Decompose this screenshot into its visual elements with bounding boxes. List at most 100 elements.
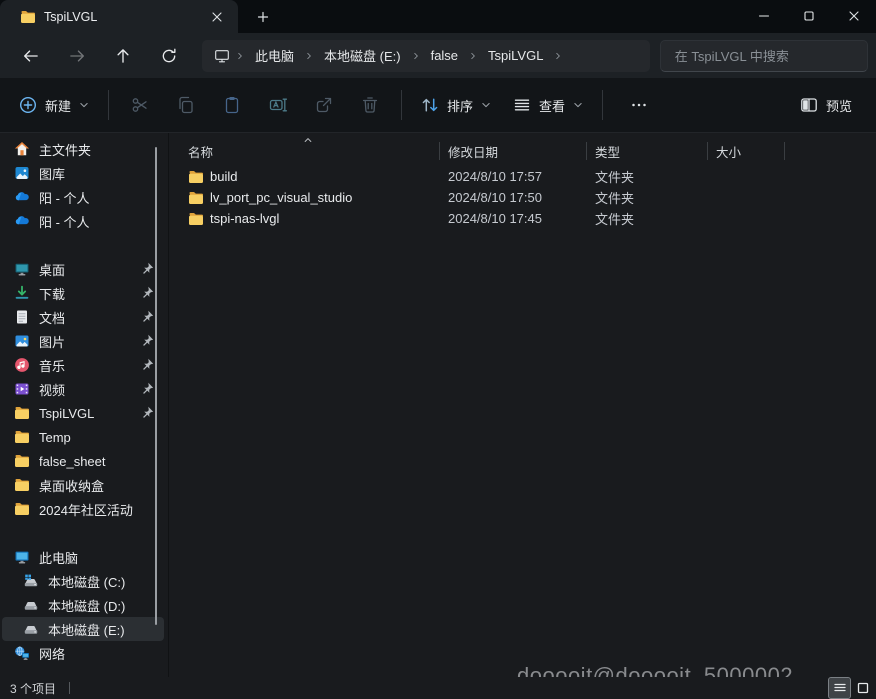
chevron-right-icon[interactable] xyxy=(553,51,563,61)
sidebar-item[interactable]: 阳 - 个人 xyxy=(2,185,164,209)
sidebar-item-label: TspiLVGL xyxy=(39,405,95,421)
view-lines-icon xyxy=(512,95,532,115)
sidebar-item-label: 2024年社区活动 xyxy=(39,502,133,518)
column-header-size[interactable]: 大小 xyxy=(708,139,785,163)
delete-button[interactable] xyxy=(348,87,392,123)
sidebar-item[interactable]: 本地磁盘 (C:) xyxy=(2,569,164,593)
file-row[interactable]: tspi-nas-lvgl 2024/8/10 17:45 文件夹 xyxy=(169,208,876,229)
chevron-right-icon[interactable] xyxy=(468,51,478,61)
new-tab-button[interactable] xyxy=(250,4,276,30)
cut-button[interactable] xyxy=(118,87,162,123)
sidebar-item-label: 文档 xyxy=(39,310,66,326)
sidebar-scrollbar[interactable] xyxy=(155,147,157,625)
search-placeholder: 在 TspiLVGL 中搜索 xyxy=(674,49,789,64)
sidebar-item[interactable]: 音乐 xyxy=(2,353,164,377)
share-button[interactable] xyxy=(302,87,346,123)
file-row[interactable]: lv_port_pc_visual_studio 2024/8/10 17:50 文… xyxy=(169,187,876,208)
sidebar-item[interactable]: 此电脑 xyxy=(2,545,164,569)
sidebar-item-label: 视频 xyxy=(39,382,66,398)
sidebar-item[interactable]: 下载 xyxy=(2,281,164,305)
music-icon xyxy=(14,357,30,373)
maximize-button[interactable] xyxy=(786,0,831,33)
file-list-pane: 名称 修改日期 类型 大小 build 2024/8/10 17:57 文件夹 lv_… xyxy=(168,133,876,688)
sidebar-item[interactable]: 2024年社区活动 xyxy=(2,497,164,521)
pin-icon xyxy=(139,261,155,277)
file-cell: 文件夹 xyxy=(595,212,635,227)
chevron-down-icon xyxy=(480,99,492,111)
refresh-button[interactable] xyxy=(152,39,186,73)
chevron-right-icon[interactable] xyxy=(411,51,421,61)
sidebar-item[interactable]: Temp xyxy=(2,425,164,449)
copy-button[interactable] xyxy=(164,87,208,123)
command-bar: 新建 排序 查看 预览 xyxy=(0,78,876,133)
minimize-button[interactable] xyxy=(741,0,786,33)
sidebar-item[interactable]: 主文件夹 xyxy=(2,137,164,161)
sidebar-item[interactable]: 本地磁盘 (D:) xyxy=(2,593,164,617)
videos-icon xyxy=(14,381,30,397)
up-button[interactable] xyxy=(106,39,140,73)
pin-icon xyxy=(139,381,155,397)
back-button[interactable] xyxy=(14,39,48,73)
file-row[interactable]: build 2024/8/10 17:57 文件夹 xyxy=(169,166,876,187)
breadcrumb-item[interactable]: 此电脑 xyxy=(248,43,301,68)
sidebar-item[interactable]: 桌面 xyxy=(2,257,164,281)
view-toggles xyxy=(828,677,873,699)
column-header-modified[interactable]: 修改日期 xyxy=(440,139,587,163)
rename-button[interactable] xyxy=(256,87,300,123)
breadcrumb-item[interactable]: false xyxy=(424,45,465,66)
navigation-pane: 主文件夹 图库阳 - 个人阳 - 个人 桌面 下载 文档 图片 音乐 视频 TspiLVGL Te… xyxy=(0,133,168,677)
sidebar-item-label: 图片 xyxy=(39,334,66,350)
file-cell: 2024/8/10 17:57 xyxy=(448,169,542,184)
sidebar-item[interactable]: 视频 xyxy=(2,377,164,401)
maximize-icon xyxy=(801,8,817,24)
column-header-type[interactable]: 类型 xyxy=(587,139,708,163)
tab-tspilvgl[interactable]: TspiLVGL xyxy=(0,0,238,33)
sidebar-item[interactable]: 桌面收纳盒 xyxy=(2,473,164,497)
new-button[interactable]: 新建 xyxy=(8,87,100,123)
toolbar-divider xyxy=(401,90,403,120)
preview-button[interactable]: 预览 xyxy=(789,87,862,123)
breadcrumb-item[interactable]: TspiLVGL xyxy=(481,45,550,66)
sidebar-item[interactable]: 阳 - 个人 xyxy=(2,209,164,233)
details-view-button[interactable] xyxy=(828,677,851,699)
forward-button[interactable] xyxy=(60,39,94,73)
file-name: lv_port_pc_visual_studio xyxy=(210,190,353,205)
item-count: 3 个项目 xyxy=(10,681,57,696)
sidebar-item-label: 本地磁盘 (D:) xyxy=(48,598,126,614)
cut-icon xyxy=(130,95,150,115)
sidebar-item[interactable]: 本地磁盘 (E:) xyxy=(2,617,164,641)
sidebar-item-label: 桌面收纳盒 xyxy=(39,478,105,494)
home-icon xyxy=(14,141,30,157)
details-view-icon xyxy=(832,680,848,696)
chevron-right-icon[interactable] xyxy=(304,51,314,61)
desktop-icon xyxy=(14,261,30,277)
sidebar-item[interactable]: 图片 xyxy=(2,329,164,353)
folder-icon xyxy=(20,9,36,25)
sidebar-item[interactable]: 文档 xyxy=(2,305,164,329)
sidebar-item[interactable]: false_sheet xyxy=(2,449,164,473)
chevron-right-icon[interactable] xyxy=(235,51,245,61)
sort-button[interactable]: 排序 xyxy=(410,87,502,123)
status-divider xyxy=(69,682,71,694)
tab-close-button[interactable] xyxy=(206,6,228,28)
sidebar-item[interactable]: 网络 xyxy=(2,641,164,665)
sidebar-item[interactable]: 图库 xyxy=(2,161,164,185)
paste-button[interactable] xyxy=(210,87,254,123)
preview-button-label: 预览 xyxy=(825,98,852,114)
icons-view-button[interactable] xyxy=(852,678,873,698)
breadcrumb-item[interactable]: 本地磁盘 (E:) xyxy=(317,43,408,68)
this-pc-icon xyxy=(14,549,30,565)
more-options-button[interactable] xyxy=(617,87,661,123)
tab-title: TspiLVGL xyxy=(44,9,98,24)
sidebar-item[interactable]: TspiLVGL xyxy=(2,401,164,425)
plus-circle-icon xyxy=(18,95,38,115)
view-button[interactable]: 查看 xyxy=(502,87,594,123)
column-header-name[interactable]: 名称 xyxy=(169,139,440,163)
computer-icon[interactable] xyxy=(214,48,230,64)
copy-icon xyxy=(176,95,196,115)
search-box[interactable]: 在 TspiLVGL 中搜索 xyxy=(659,39,868,72)
column-headers: 名称 修改日期 类型 大小 xyxy=(169,138,876,163)
breadcrumb: 此电脑 本地磁盘 (E:) false TspiLVGL xyxy=(202,39,650,72)
preview-panel-icon xyxy=(799,95,819,115)
close-window-button[interactable] xyxy=(831,0,876,33)
